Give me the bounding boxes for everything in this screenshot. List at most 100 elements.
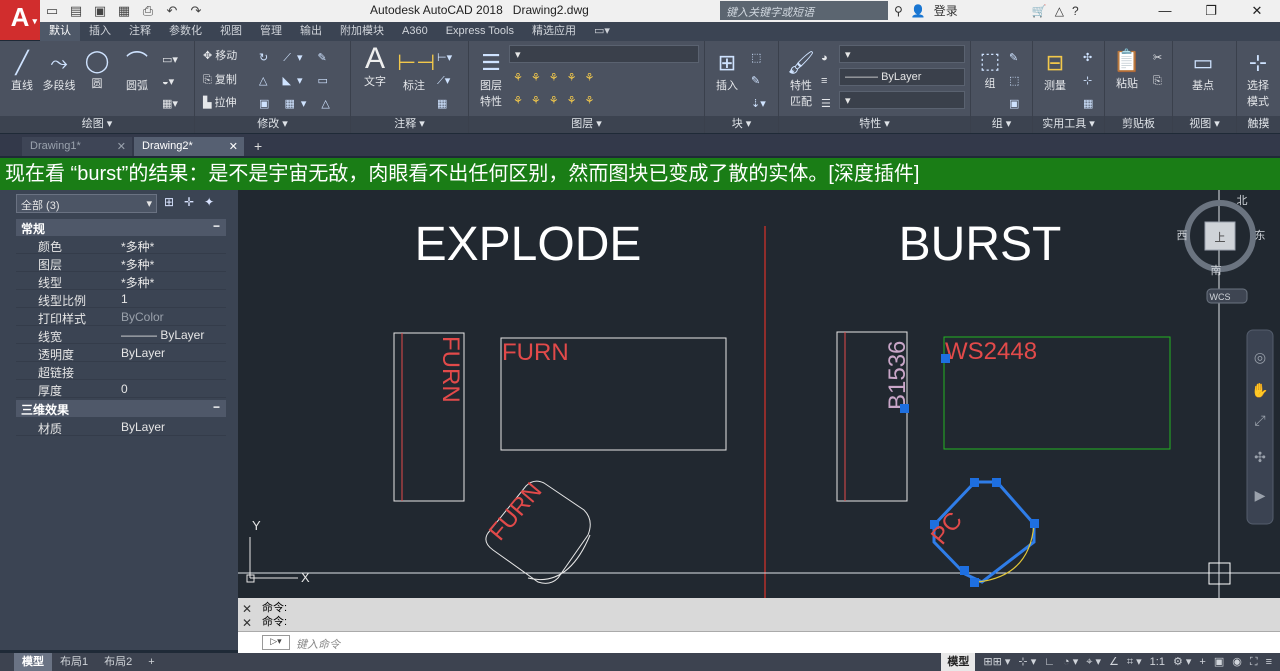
ribbon-tab[interactable]: 视图 — [211, 22, 251, 41]
ortho-icon[interactable]: ∟ — [1044, 653, 1055, 671]
layer-tools-row2[interactable]: ⚘⚘⚘⚘⚘ — [513, 94, 602, 107]
open-file-icon[interactable]: ▤ — [68, 3, 84, 19]
selection-dropdown[interactable]: 全部 (3) ▾ — [16, 194, 157, 213]
add-layout-button[interactable]: + — [140, 653, 162, 671]
property-row[interactable]: 线型比例 1 — [16, 290, 226, 308]
basepoint-button[interactable]: ▭ 基点 — [1183, 49, 1223, 93]
panel-title-properties[interactable]: 特性 ▾ — [779, 116, 970, 133]
draw-more-icons[interactable]: ▭▾ ◒▾ ▦▾ — [162, 49, 178, 115]
add-icon[interactable]: + — [1199, 653, 1205, 671]
grip-ws2448[interactable] — [941, 354, 950, 363]
selection-cycle-icon[interactable]: ⌗ ▾ — [1127, 653, 1142, 671]
minimize-button[interactable]: — — [1142, 0, 1188, 22]
ribbon-tab[interactable]: 管理 — [251, 22, 291, 41]
undo-icon[interactable]: ↶ — [164, 3, 180, 19]
close-command-icon[interactable]: ✕ — [242, 602, 252, 616]
app-menu-button[interactable]: A ▾ — [0, 0, 40, 40]
paste-button[interactable]: 📋 粘贴 — [1109, 47, 1145, 91]
utilities-tools-icons[interactable]: ✣ ⊹ ▦ — [1083, 47, 1093, 116]
annotation-tools-icons[interactable]: ⊢▾ ⟋▾ ▦ — [437, 47, 452, 116]
ribbon-tab[interactable]: 默认 — [40, 22, 80, 41]
move-button[interactable]: ✥ 移动 — [203, 47, 237, 63]
lineweight-dropdown[interactable]: ▾ — [839, 91, 965, 109]
section-general[interactable]: 常规 − — [16, 219, 226, 236]
quick-select-icon[interactable]: ✦ — [204, 195, 214, 209]
close-tab-icon[interactable]: ✕ — [229, 140, 238, 153]
document-tab[interactable]: Drawing1* ✕ — [22, 137, 132, 156]
close-button[interactable]: ✕ — [1234, 0, 1280, 22]
panel-title-draw[interactable]: 绘图 ▾ — [0, 116, 194, 133]
layout-tab[interactable]: 模型 — [14, 653, 52, 671]
linetype-dropdown[interactable]: ——— ByLayer — [839, 68, 965, 86]
layout-tab[interactable]: 布局1 — [52, 653, 96, 671]
help-icon[interactable]: ? — [1072, 4, 1079, 18]
annotation-scale[interactable]: 1:1 — [1150, 653, 1165, 671]
dimension-button[interactable]: ⊢⊣ 标注 — [397, 49, 435, 93]
layer-properties-button[interactable]: ☰ 图层 特性 — [473, 49, 509, 109]
property-row[interactable]: 透明度 ByLayer — [16, 344, 226, 362]
new-file-icon[interactable]: ▭ — [44, 3, 60, 19]
panel-title-clipboard[interactable]: 剪贴板 — [1105, 116, 1172, 133]
ribbon-tab[interactable]: 插入 — [80, 22, 120, 41]
customize-icon[interactable]: ≡ — [1266, 653, 1272, 671]
select-mode-button[interactable]: ⊹ 选择 模式 — [1239, 49, 1277, 109]
document-tab[interactable]: Drawing2* ✕ — [134, 137, 244, 156]
group-button[interactable]: ⬚ 组 — [975, 47, 1005, 91]
share-icon[interactable]: △ — [1055, 4, 1064, 18]
property-row[interactable]: 打印样式 ByColor — [16, 308, 226, 326]
select-objects-icon[interactable]: ✛ — [184, 195, 194, 209]
grid-icon[interactable]: ⊞⊞ ▾ — [983, 653, 1010, 671]
property-row[interactable]: 线型 *多种* — [16, 272, 226, 290]
ribbon-tab[interactable]: 注释 — [120, 22, 160, 41]
panel-title-utilities[interactable]: 实用工具 ▾ — [1033, 116, 1104, 133]
line-button[interactable]: ╱ 直线 — [6, 49, 38, 93]
snap-icon[interactable]: ⊹ ▾ — [1018, 653, 1036, 671]
panel-title-block[interactable]: 块 ▾ — [705, 116, 778, 133]
polar-icon[interactable]: ◔ ▾ — [1063, 653, 1078, 671]
layer-dropdown[interactable]: ▾ — [509, 45, 699, 63]
model-space-button[interactable]: 模型 — [941, 653, 976, 671]
command-prompt-icon[interactable]: ▷▾ — [262, 635, 290, 650]
navigation-bar[interactable]: ◎ ✋ ⤢ ✣ ▶ — [1246, 329, 1274, 525]
new-tab-button[interactable]: + — [254, 138, 262, 156]
print-icon[interactable]: ⎙ — [140, 3, 156, 19]
drawing-canvas[interactable]: EXPLODE BURST FURN FURN FURN B1536 WS244… — [238, 190, 1280, 598]
modify-tools-icons[interactable]: ↻ ⟋▾ ✎ △ ◣▾ ▭ ▣ ▦▾ △ — [259, 47, 336, 116]
layer-tools-row1[interactable]: ⚘⚘⚘⚘⚘ — [513, 71, 602, 84]
login-button[interactable]: 登录 — [934, 2, 958, 19]
stretch-button[interactable]: ▙ 拉伸 — [203, 94, 237, 110]
redo-icon[interactable]: ↷ — [188, 3, 204, 19]
ribbon-options-icon[interactable]: ▭▾ — [585, 22, 619, 41]
property-row[interactable]: 图层 *多种* — [16, 254, 226, 272]
ribbon-tab[interactable]: A360 — [393, 22, 437, 41]
measure-button[interactable]: ⊟ 测量 — [1037, 49, 1073, 93]
group-tools-icons[interactable]: ✎ ⬚ ▣ — [1009, 47, 1019, 116]
text-button[interactable]: A 文字 — [357, 44, 393, 89]
property-row[interactable]: 超链接 — [16, 362, 226, 380]
gear-icon[interactable]: ⚙ ▾ — [1173, 653, 1191, 671]
property-row[interactable]: 线宽 ——— ByLayer — [16, 326, 226, 344]
fullscreen-icon[interactable]: ⛶ — [1250, 653, 1258, 671]
settings-command-icon[interactable]: ✕ — [242, 616, 252, 630]
panel-title-modify[interactable]: 修改 ▾ — [195, 116, 350, 133]
isolate-icon[interactable]: ◉ — [1232, 653, 1242, 671]
property-row[interactable]: 厚度 0 — [16, 380, 226, 398]
osnap-icon[interactable]: ⌖ ▾ — [1086, 653, 1101, 671]
section-3d-effects[interactable]: 三维效果 − — [16, 400, 226, 417]
ribbon-tab[interactable]: 精选应用 — [523, 22, 585, 41]
command-input[interactable]: ▷▾ 键入命令 — [238, 631, 1280, 653]
polyline-button[interactable]: ⤳ 多段线 — [40, 49, 78, 93]
ribbon-tab[interactable]: 输出 — [291, 22, 331, 41]
match-properties-button[interactable]: 🖌 特性 匹配 — [783, 49, 819, 109]
panel-title-layers[interactable]: 图层 ▾ — [469, 116, 704, 133]
panel-title-view[interactable]: 视图 ▾ — [1173, 116, 1236, 133]
ribbon-tab[interactable]: 附加模块 — [331, 22, 393, 41]
ribbon-tab[interactable]: 参数化 — [160, 22, 211, 41]
save-as-icon[interactable]: ▦ — [116, 3, 132, 19]
toggle-pickadd-icon[interactable]: ⊞ — [164, 195, 174, 209]
layout-tab[interactable]: 布局2 — [96, 653, 140, 671]
osnap-track-icon[interactable]: ∠ — [1109, 653, 1119, 671]
block-tools-icons[interactable]: ⬚ ✎ ⇣▾ — [751, 47, 766, 116]
save-icon[interactable]: ▣ — [92, 3, 108, 19]
ribbon-tab[interactable]: Express Tools — [437, 22, 523, 41]
